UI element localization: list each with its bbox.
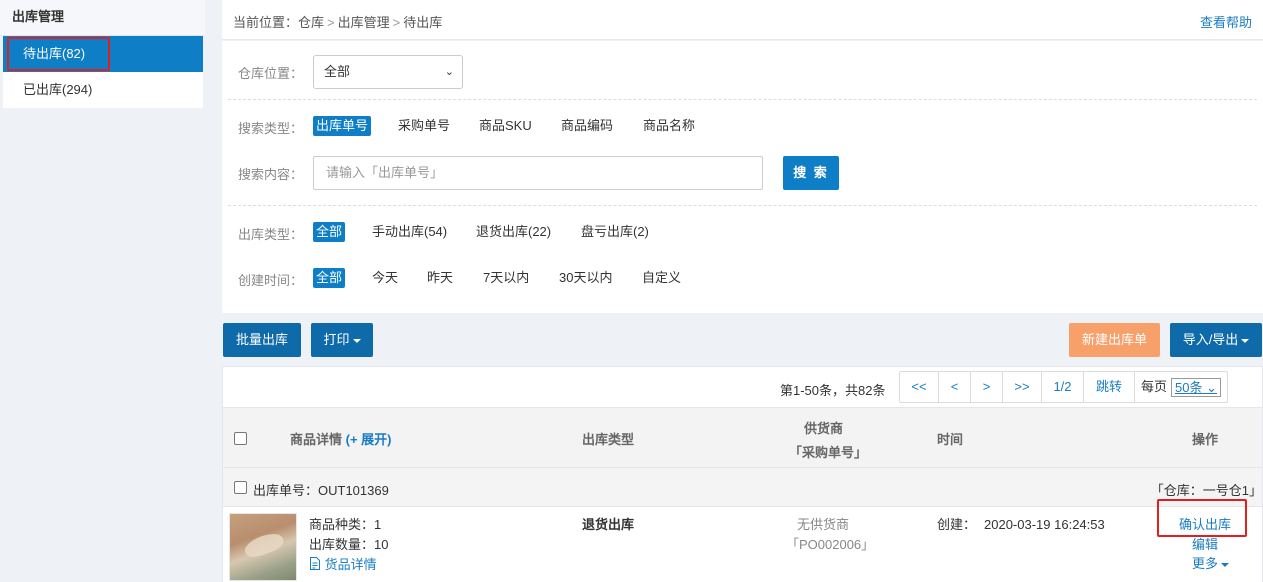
header-time: 时间 bbox=[937, 432, 964, 447]
outbound-type-return[interactable]: 退货出库(22) bbox=[473, 222, 554, 242]
expand-toggle[interactable]: (+ 展开) bbox=[346, 432, 392, 447]
import-export-button[interactable]: 导入/导出 bbox=[1170, 323, 1262, 357]
created-time-30days[interactable]: 30天以内 bbox=[556, 268, 615, 288]
order-checkbox[interactable] bbox=[234, 481, 247, 494]
print-button[interactable]: 打印 bbox=[311, 323, 373, 357]
created-time-all[interactable]: 全部 bbox=[313, 268, 346, 288]
breadcrumb-separator: > bbox=[327, 15, 335, 30]
created-time-custom[interactable]: 自定义 bbox=[639, 268, 684, 288]
search-button[interactable]: 搜 索 bbox=[783, 156, 839, 190]
outbound-type-all[interactable]: 全部 bbox=[313, 222, 346, 242]
outbound-type-value: 退货出库 bbox=[582, 517, 635, 532]
outbound-type-manual[interactable]: 手动出库(54) bbox=[369, 222, 450, 242]
header-product: 商品详情 (+ 展开) bbox=[290, 429, 392, 448]
new-outbound-label: 新建出库单 bbox=[1081, 332, 1147, 347]
created-time-7days[interactable]: 7天以内 bbox=[480, 268, 532, 288]
import-export-label: 导入/导出 bbox=[1182, 332, 1239, 347]
product-detail-link[interactable]: 货品详情 bbox=[309, 554, 377, 573]
table-row: 商品种类：1 出库数量：10 货品详情 退货出库 无供货商 「PO002006」… bbox=[223, 499, 1262, 582]
product-detail-label: 货品详情 bbox=[324, 557, 377, 572]
order-number-value: OUT101369 bbox=[318, 483, 389, 498]
outbound-type-loss[interactable]: 盘亏出库(2) bbox=[578, 222, 652, 242]
header-product-label: 商品详情 bbox=[290, 432, 343, 447]
new-outbound-button[interactable]: 新建出库单 bbox=[1069, 323, 1160, 357]
breadcrumb-item-warehouse[interactable]: 仓库 bbox=[298, 15, 324, 30]
breadcrumb-prefix: 当前位置： bbox=[233, 15, 299, 30]
created-time-value: 创建： 2020-03-19 16:24:53 bbox=[937, 514, 1105, 533]
order-warehouse: 「仓库：一号仓1」 bbox=[1150, 483, 1262, 498]
sidebar-item-pending-outbound[interactable]: 待出库(82) bbox=[3, 36, 203, 72]
last-page-button[interactable]: >> bbox=[1003, 372, 1042, 402]
search-type-outbound-no[interactable]: 出库单号 bbox=[313, 116, 372, 136]
breadcrumb-separator: > bbox=[392, 15, 401, 30]
sidebar-title: 出库管理 bbox=[0, 0, 205, 36]
order-number-label: 出库单号： bbox=[253, 483, 319, 498]
per-page-label: 每页 bbox=[1141, 379, 1168, 394]
created-time-yesterday[interactable]: 昨天 bbox=[424, 268, 456, 288]
header-purchase-no: 「采购单号」 bbox=[789, 445, 868, 460]
search-input[interactable]: 请输入「出库单号」 bbox=[313, 156, 763, 190]
created-time-today[interactable]: 今天 bbox=[369, 268, 401, 288]
purchase-no-value: 「PO002006」 bbox=[786, 537, 875, 552]
edit-link[interactable]: 编辑 bbox=[1192, 534, 1218, 553]
print-label: 打印 bbox=[323, 332, 350, 347]
header-action: 操作 bbox=[1192, 432, 1219, 447]
search-type-product-code[interactable]: 商品编码 bbox=[558, 116, 616, 136]
help-link[interactable]: 查看帮助 bbox=[1200, 12, 1252, 31]
supplier-value: 无供货商 bbox=[797, 517, 850, 532]
search-type-product-name[interactable]: 商品名称 bbox=[640, 116, 698, 136]
per-page-control: 每页 50条 ⌄ bbox=[1135, 372, 1227, 402]
prev-page-button[interactable]: < bbox=[939, 372, 971, 402]
table-header: 商品详情 (+ 展开) 出库类型 供货商 「采购单号」 时间 操作 bbox=[223, 407, 1262, 468]
next-page-button[interactable]: > bbox=[971, 372, 1003, 402]
header-supplier: 供货商 bbox=[804, 421, 844, 436]
warehouse-label: 仓库位置： bbox=[238, 66, 304, 81]
more-actions-label: 更多 bbox=[1192, 556, 1219, 571]
header-outbound-type: 出库类型 bbox=[582, 432, 635, 447]
warehouse-select-value: 全部 bbox=[324, 64, 351, 79]
breadcrumb-bar: 当前位置：仓库 > 出库管理 > 待出库 查看帮助 bbox=[222, 0, 1263, 40]
chevron-down-icon: ⌄ bbox=[444, 66, 454, 78]
breadcrumb: 当前位置：仓库 > 出库管理 > 待出库 bbox=[233, 12, 442, 31]
order-number: 出库单号：OUT101369 bbox=[253, 480, 389, 499]
per-page-select[interactable]: 50条 ⌄ bbox=[1171, 378, 1221, 398]
pagination: << < > >> 1/2 跳转 每页 50条 ⌄ bbox=[899, 371, 1228, 403]
caret-down-icon bbox=[1221, 562, 1230, 567]
caret-down-icon bbox=[1241, 338, 1250, 343]
sidebar-item-completed-outbound[interactable]: 已出库(294) bbox=[3, 72, 203, 108]
product-kinds: 商品种类：1 bbox=[309, 517, 382, 532]
first-page-button[interactable]: << bbox=[900, 372, 939, 402]
more-actions-link[interactable]: 更多 bbox=[1192, 553, 1230, 572]
outbound-table-card: 第1-50条，共82条 << < > >> 1/2 跳转 每页 50条 ⌄ 商品详… bbox=[222, 366, 1263, 582]
warehouse-select[interactable]: 全部 ⌄ bbox=[313, 55, 463, 89]
search-type-sku[interactable]: 商品SKU bbox=[476, 116, 535, 136]
batch-outbound-label: 批量出库 bbox=[235, 332, 288, 347]
created-time-label: 创建时间： bbox=[238, 273, 304, 288]
sidebar: 出库管理 待出库(82) 已出库(294) bbox=[0, 0, 205, 582]
select-all-checkbox[interactable] bbox=[234, 432, 247, 445]
created-datetime: 2020-03-19 16:24:53 bbox=[984, 517, 1105, 532]
document-icon bbox=[310, 557, 320, 570]
product-thumbnail[interactable] bbox=[229, 513, 297, 581]
divider bbox=[228, 99, 1257, 100]
jump-button[interactable]: 跳转 bbox=[1084, 372, 1135, 402]
breadcrumb-item-pending: 待出库 bbox=[403, 15, 443, 30]
breadcrumb-item-outbound-mgmt[interactable]: 出库管理 bbox=[338, 15, 390, 30]
caret-down-icon bbox=[352, 338, 361, 343]
per-page-value: 50条 bbox=[1175, 380, 1203, 396]
confirm-outbound-link[interactable]: 确认出库 bbox=[1179, 514, 1231, 533]
search-type-purchase-no[interactable]: 采购单号 bbox=[395, 116, 453, 136]
outbound-type-label: 出库类型： bbox=[238, 227, 304, 242]
created-label: 创建： bbox=[937, 517, 977, 532]
search-type-label: 搜索类型： bbox=[238, 121, 304, 136]
divider bbox=[228, 205, 1257, 206]
page-indicator[interactable]: 1/2 bbox=[1042, 372, 1084, 402]
batch-outbound-button[interactable]: 批量出库 bbox=[223, 323, 301, 357]
filter-panel: 仓库位置： 全部 ⌄ 搜索类型： 出库单号 采购单号 商品SKU 商品编码 商品… bbox=[222, 41, 1263, 313]
search-content-label: 搜索内容： bbox=[238, 167, 304, 182]
product-qty: 出库数量：10 bbox=[309, 537, 389, 552]
pagination-info: 第1-50条，共82条 bbox=[780, 383, 886, 398]
order-group-header: 出库单号：OUT101369 「仓库：一号仓1」 bbox=[223, 468, 1262, 507]
